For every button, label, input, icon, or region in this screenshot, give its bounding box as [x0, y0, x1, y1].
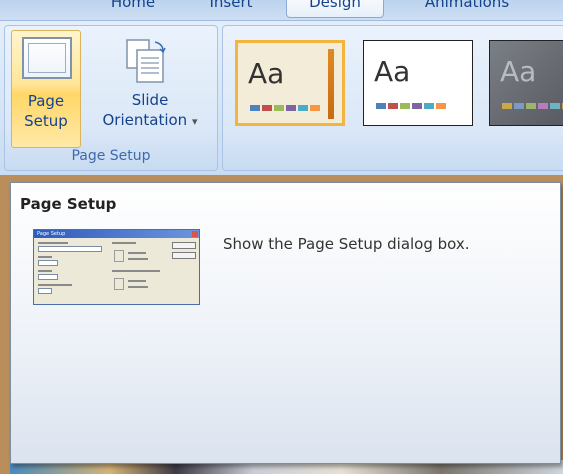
preview-label	[112, 270, 160, 272]
theme-sample-text: Aa	[248, 57, 285, 90]
swatch	[298, 105, 308, 111]
page-setup-dialog-preview: Page Setup	[33, 229, 200, 305]
ribbon: Page Setup Slide Orientation ▾ Page Setu…	[0, 20, 563, 176]
swatch	[286, 105, 296, 111]
theme-color-swatches	[250, 105, 320, 111]
slide-orientation-label-line1: Slide	[131, 91, 169, 109]
preview-orientation-icon	[114, 250, 124, 262]
preview-field	[38, 260, 58, 266]
tab-home[interactable]: Home	[98, 0, 168, 17]
preview-titlebar: Page Setup	[34, 230, 199, 238]
swatch	[526, 103, 536, 109]
preview-dropdown	[38, 246, 102, 252]
theme-color-swatches	[376, 103, 446, 109]
tooltip-title: Page Setup	[20, 195, 117, 213]
ribbon-tab-strip: Home Insert Design Animations	[0, 0, 563, 22]
slide-orientation-icon	[126, 39, 166, 83]
preview-label	[128, 286, 148, 288]
swatch	[400, 103, 410, 109]
dropdown-arrow-icon: ▾	[191, 115, 198, 128]
theme-thumbnail-dark[interactable]: Aa	[489, 40, 563, 126]
swatch	[550, 103, 560, 109]
preview-label	[112, 242, 136, 244]
page-setup-label-line2: Setup	[24, 112, 68, 130]
tab-animations[interactable]: Animations	[412, 0, 522, 17]
swatch	[412, 103, 422, 109]
preview-cancel-button	[172, 252, 196, 259]
tab-insert[interactable]: Insert	[196, 0, 266, 17]
swatch	[274, 105, 284, 111]
theme-color-swatches	[502, 103, 563, 109]
page-setup-label-line1: Page	[27, 92, 65, 110]
tab-design[interactable]: Design	[286, 0, 384, 18]
swatch	[538, 103, 548, 109]
slide-orientation-button-label: Slide Orientation ▾	[87, 90, 213, 132]
preview-label	[38, 284, 72, 286]
preview-label	[128, 258, 148, 260]
preview-ok-button	[172, 242, 196, 249]
theme-thumbnail-office[interactable]: Aa	[363, 40, 473, 126]
slide-orientation-label-line2: Orientation ▾	[87, 110, 213, 132]
slide-orientation-label-text: Orientation	[102, 111, 188, 129]
page-setup-tooltip: Page Setup Page Setup Show the Page Setu…	[10, 182, 561, 464]
preview-field	[38, 288, 52, 294]
theme-accent-bar	[328, 49, 334, 119]
swatch	[388, 103, 398, 109]
theme-thumbnail-selected[interactable]: Aa	[235, 40, 345, 126]
swatch	[514, 103, 524, 109]
swatch	[250, 105, 260, 111]
swatch	[310, 105, 320, 111]
theme-sample-text: Aa	[500, 55, 537, 88]
theme-sample-text: Aa	[374, 55, 411, 88]
preview-orientation-icon	[114, 278, 124, 290]
themes-group: Aa Aa Aa	[222, 25, 563, 171]
preview-label	[38, 270, 52, 272]
swatch	[502, 103, 512, 109]
page-setup-group: Page Setup Slide Orientation ▾ Page Setu…	[4, 25, 218, 171]
swatch	[376, 103, 386, 109]
close-icon	[192, 231, 198, 237]
preview-label	[38, 242, 68, 244]
preview-label	[128, 252, 146, 254]
page-setup-group-title: Page Setup	[71, 148, 151, 164]
preview-label	[128, 280, 146, 282]
page-setup-button[interactable]: Page Setup	[11, 30, 81, 148]
page-setup-icon	[22, 37, 72, 79]
slide-orientation-button[interactable]: Slide Orientation ▾	[87, 30, 213, 148]
swatch	[424, 103, 434, 109]
page-setup-button-label: Page Setup	[12, 91, 80, 131]
preview-label	[38, 256, 52, 258]
tooltip-description: Show the Page Setup dialog box.	[223, 235, 470, 253]
preview-field	[38, 274, 58, 280]
swatch	[436, 103, 446, 109]
swatch	[262, 105, 272, 111]
